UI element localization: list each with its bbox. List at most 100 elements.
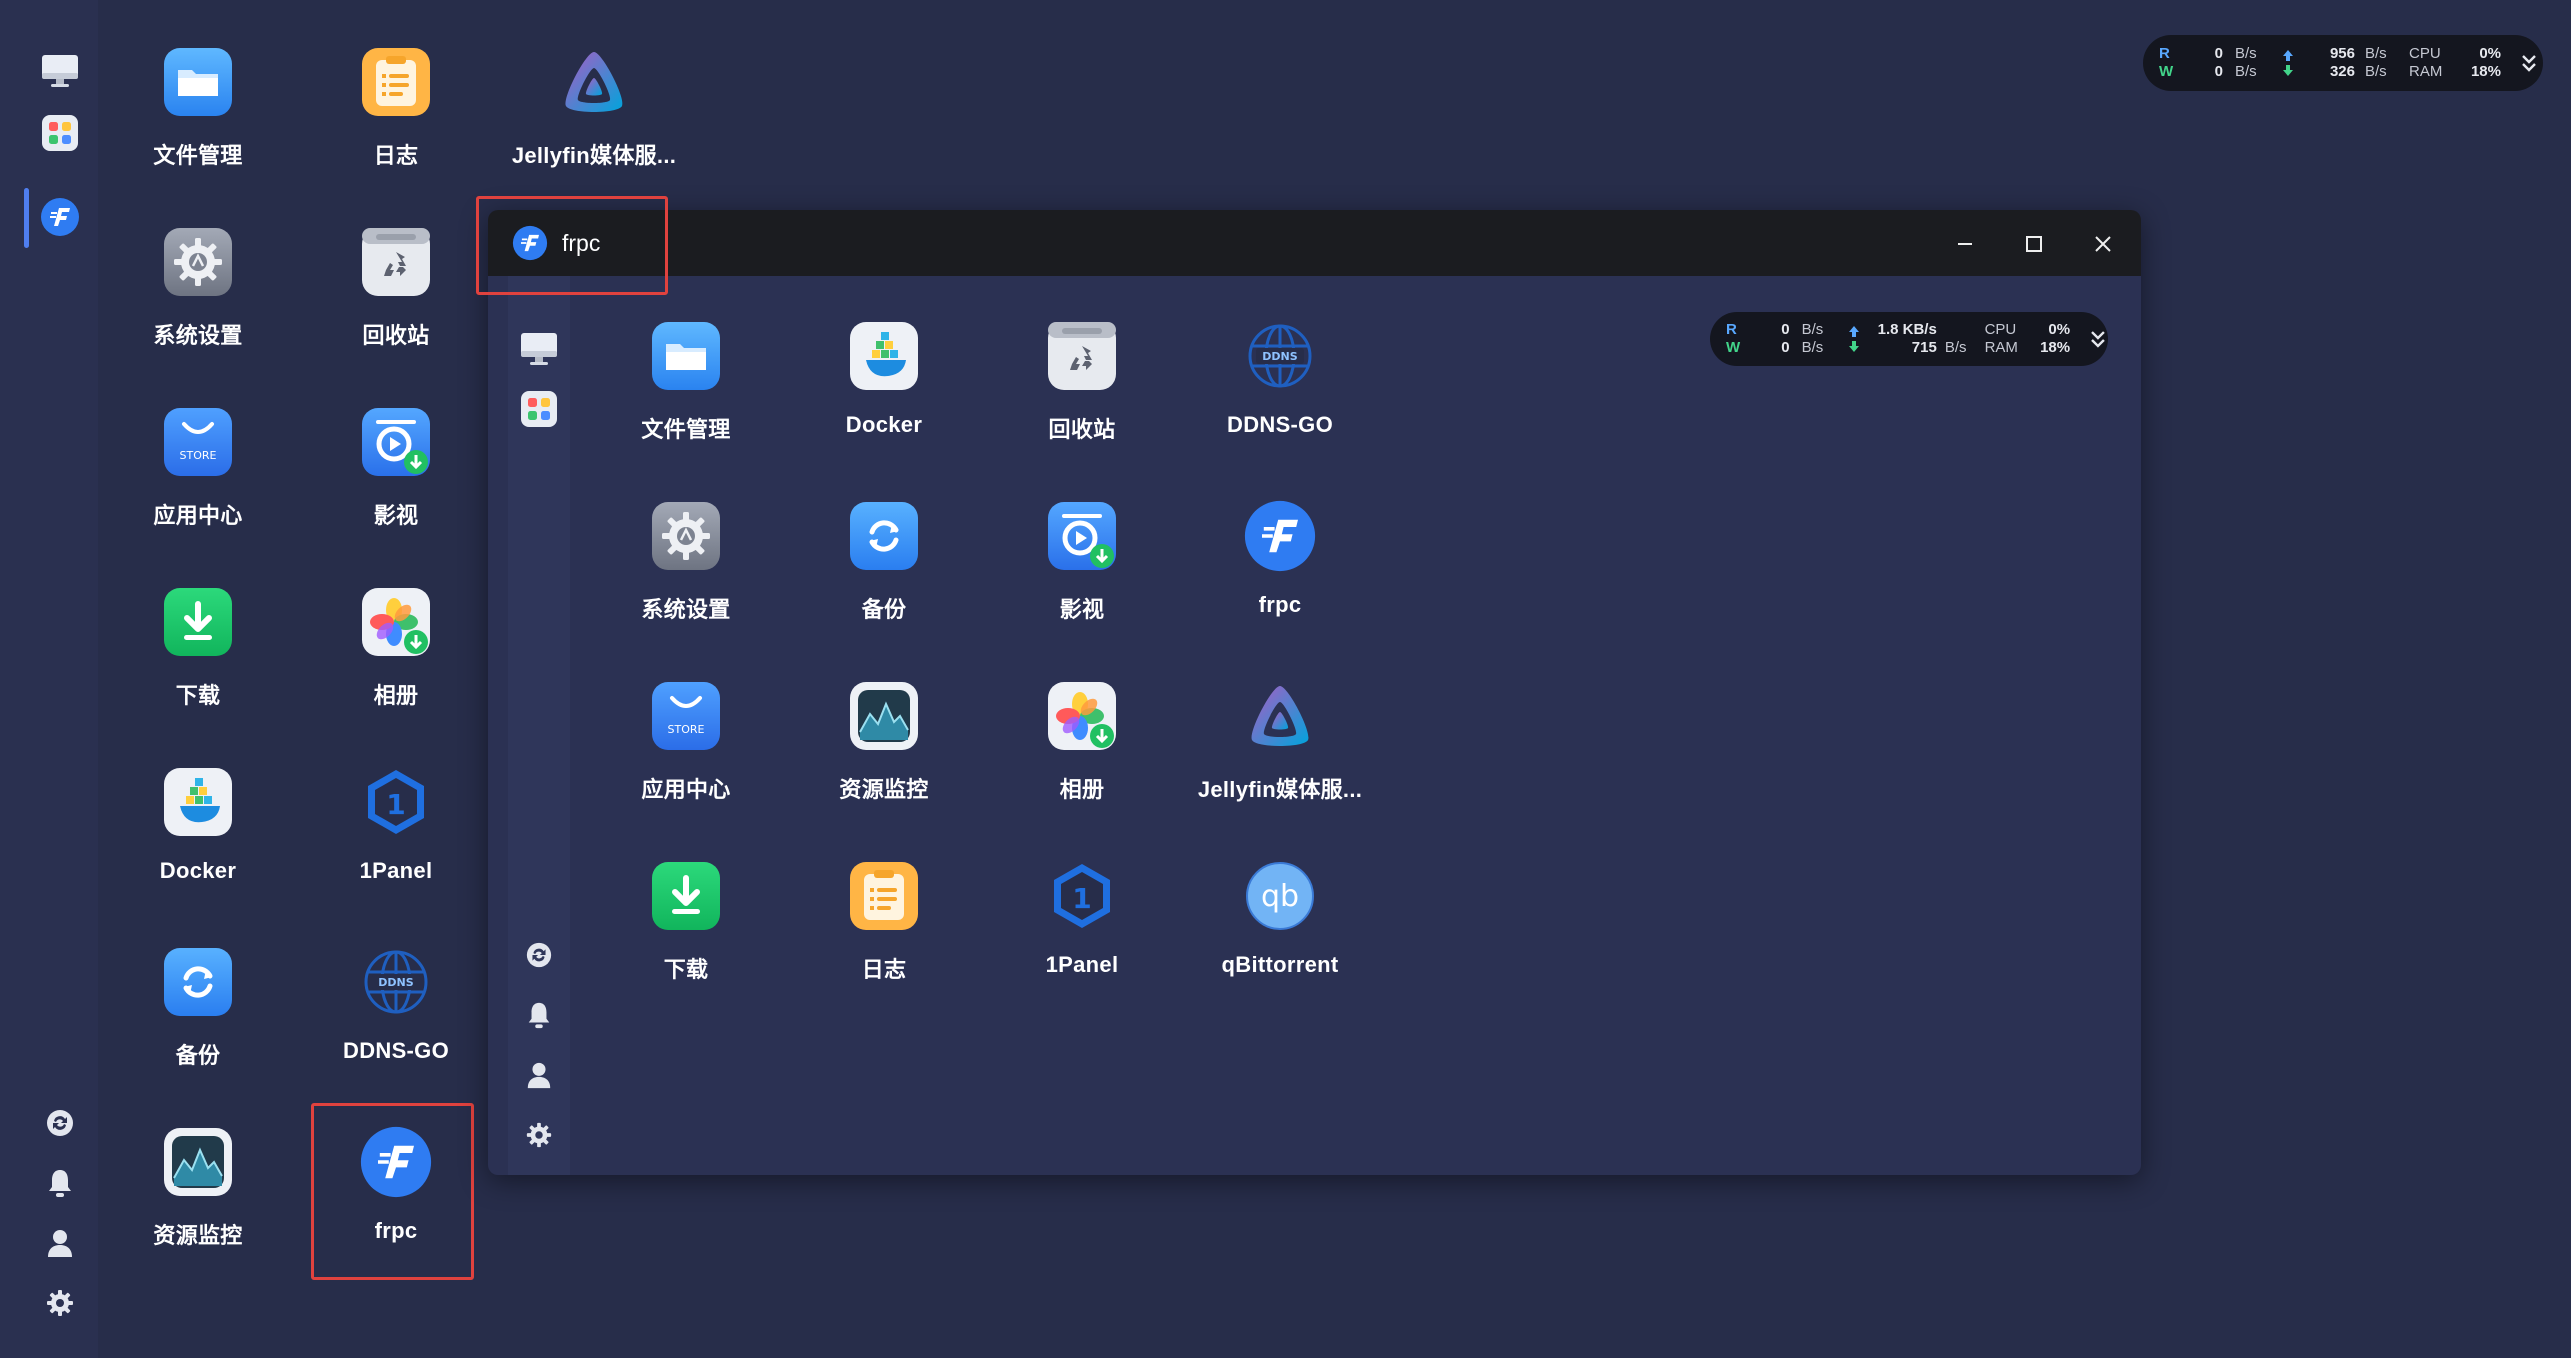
- cpu-value: 0%: [2479, 45, 2501, 62]
- window-dock-settings-button[interactable]: [518, 1114, 560, 1156]
- system-monitor-widget[interactable]: R W 0 0 B/s B/s 956 326 B/s B/s CPU RAM …: [2143, 35, 2543, 91]
- window-app-filemanager[interactable]: 文件管理: [586, 314, 786, 484]
- desktop-app-video[interactable]: 影视: [296, 400, 496, 570]
- gear-icon: [526, 1122, 552, 1148]
- maximize-icon: [2026, 236, 2042, 252]
- window-app-recycle[interactable]: 回收站: [982, 314, 1182, 484]
- disk-read-value: 0: [1781, 321, 1790, 338]
- app-label: Jellyfin媒体服...: [511, 143, 677, 168]
- close-button[interactable]: [2081, 222, 2125, 266]
- desktop-app-jellyfin[interactable]: Jellyfin媒体服...: [494, 40, 694, 210]
- backup-icon: [846, 498, 922, 574]
- qbittorrent-icon: qb: [1242, 858, 1318, 934]
- desktop-app-monitor[interactable]: 资源监控: [98, 1120, 298, 1290]
- net-down-value: 326: [2329, 63, 2355, 80]
- desktop: 文件管理 日志 Jellyfin媒体服... 系统设置 回收站 STORE 应用…: [0, 0, 2571, 1358]
- window-app-video[interactable]: 影视: [982, 494, 1182, 664]
- window-dock-apps-button[interactable]: [518, 388, 560, 430]
- desktop-app-logs[interactable]: 日志: [296, 40, 496, 210]
- sync-icon: [526, 942, 552, 968]
- upload-arrow-icon: [1849, 326, 1860, 337]
- write-label: W: [2159, 63, 2174, 80]
- window-system-monitor-widget[interactable]: R W 0 0 B/s B/s 1.8 KB/s 715 . B/s CPU R…: [1710, 312, 2108, 366]
- window-app-logs[interactable]: 日志: [784, 854, 984, 1024]
- read-label: R: [1726, 321, 1737, 338]
- app-label: 文件管理: [641, 417, 731, 442]
- desktop-app-ddnsgo[interactable]: DDNS DDNS-GO: [296, 940, 496, 1110]
- desktop-app-1panel[interactable]: 1 1Panel: [296, 760, 496, 930]
- folder-icon: [160, 44, 236, 120]
- window-app-qbittorrent[interactable]: qb qBittorrent: [1180, 854, 1380, 1024]
- app-label: 应用中心: [641, 777, 731, 802]
- app-label: 相册: [373, 683, 419, 708]
- window-app-album[interactable]: 相册: [982, 674, 1182, 844]
- dock-frpc-button[interactable]: [39, 196, 81, 238]
- settings-icon: [160, 224, 236, 300]
- desktop-app-recycle[interactable]: 回收站: [296, 220, 496, 390]
- chevron-double-down-icon[interactable]: [2519, 51, 2539, 75]
- video-icon: [358, 404, 434, 480]
- app-label: DDNS-GO: [343, 1038, 449, 1063]
- svg-text:qb: qb: [1261, 879, 1299, 914]
- svg-text:DDNS: DDNS: [1262, 350, 1297, 363]
- window-app-backup[interactable]: 备份: [784, 494, 984, 664]
- app-label: 备份: [861, 597, 907, 622]
- left-dock: [0, 0, 98, 1358]
- app-label: 系统设置: [153, 323, 243, 348]
- dock-notification-button[interactable]: [39, 1162, 81, 1204]
- svg-text:DDNS: DDNS: [378, 976, 413, 989]
- ram-label: RAM: [2409, 63, 2443, 80]
- svg-text:1: 1: [386, 788, 405, 821]
- dock-active-indicator: [24, 188, 29, 248]
- minimize-button[interactable]: [1943, 222, 1987, 266]
- dock-sync-button[interactable]: [39, 1102, 81, 1144]
- app-label: 回收站: [1048, 417, 1116, 442]
- chevron-double-down-icon[interactable]: [2088, 327, 2108, 351]
- ddns-globe-icon: DDNS: [1242, 318, 1318, 394]
- dock-user-button[interactable]: [39, 1222, 81, 1264]
- desktop-app-docker[interactable]: Docker: [98, 760, 298, 930]
- window-app-docker[interactable]: Docker: [784, 314, 984, 484]
- app-label: 影视: [373, 503, 419, 528]
- jellyfin-icon: [1242, 678, 1318, 754]
- monitor-icon: [521, 333, 557, 365]
- window-app-ddnsgo[interactable]: DDNS DDNS-GO: [1180, 314, 1380, 484]
- store-icon: STORE: [160, 404, 236, 480]
- app-label: 下载: [175, 683, 221, 708]
- docker-icon: [160, 764, 236, 840]
- app-label: 1Panel: [359, 858, 433, 883]
- dock-desktop-button[interactable]: [39, 50, 81, 92]
- app-label: 1Panel: [1045, 952, 1119, 977]
- window-dock-notification-button[interactable]: [518, 994, 560, 1036]
- net-up-value: 1.8 KB/s: [1877, 321, 1937, 338]
- download-icon: [648, 858, 724, 934]
- dock-apps-button[interactable]: [39, 112, 81, 154]
- user-icon: [527, 1062, 551, 1089]
- window-dock-user-button[interactable]: [518, 1054, 560, 1096]
- window-titlebar[interactable]: frpc: [488, 210, 2141, 276]
- user-icon: [48, 1230, 72, 1257]
- window-app-download[interactable]: 下载: [586, 854, 786, 1024]
- window-app-monitor[interactable]: 资源监控: [784, 674, 984, 844]
- desktop-app-backup[interactable]: 备份: [98, 940, 298, 1110]
- svg-text:STORE: STORE: [668, 723, 705, 736]
- window-app-1panel[interactable]: 1 1Panel: [982, 854, 1182, 1024]
- window-app-store[interactable]: STORE 应用中心: [586, 674, 786, 844]
- minimize-icon: [1958, 243, 1972, 245]
- window-app-frpc[interactable]: frpc: [1180, 494, 1380, 664]
- dock-settings-button[interactable]: [39, 1282, 81, 1324]
- window-dock-desktop-button[interactable]: [518, 328, 560, 370]
- maximize-button[interactable]: [2012, 222, 2056, 266]
- desktop-app-filemanager[interactable]: 文件管理: [98, 40, 298, 210]
- desktop-app-album[interactable]: 相册: [296, 580, 496, 750]
- resource-monitor-icon: [160, 1124, 236, 1200]
- window-app-jellyfin[interactable]: Jellyfin媒体服...: [1180, 674, 1380, 844]
- desktop-app-store[interactable]: STORE 应用中心: [98, 400, 298, 570]
- ram-value: 18%: [2470, 63, 2501, 80]
- window-dock-sync-button[interactable]: [518, 934, 560, 976]
- desktop-app-download[interactable]: 下载: [98, 580, 298, 750]
- window-app-settings[interactable]: 系统设置: [586, 494, 786, 664]
- photo-album-icon: [358, 584, 434, 660]
- ddns-globe-icon: DDNS: [358, 944, 434, 1020]
- desktop-app-settings[interactable]: 系统设置: [98, 220, 298, 390]
